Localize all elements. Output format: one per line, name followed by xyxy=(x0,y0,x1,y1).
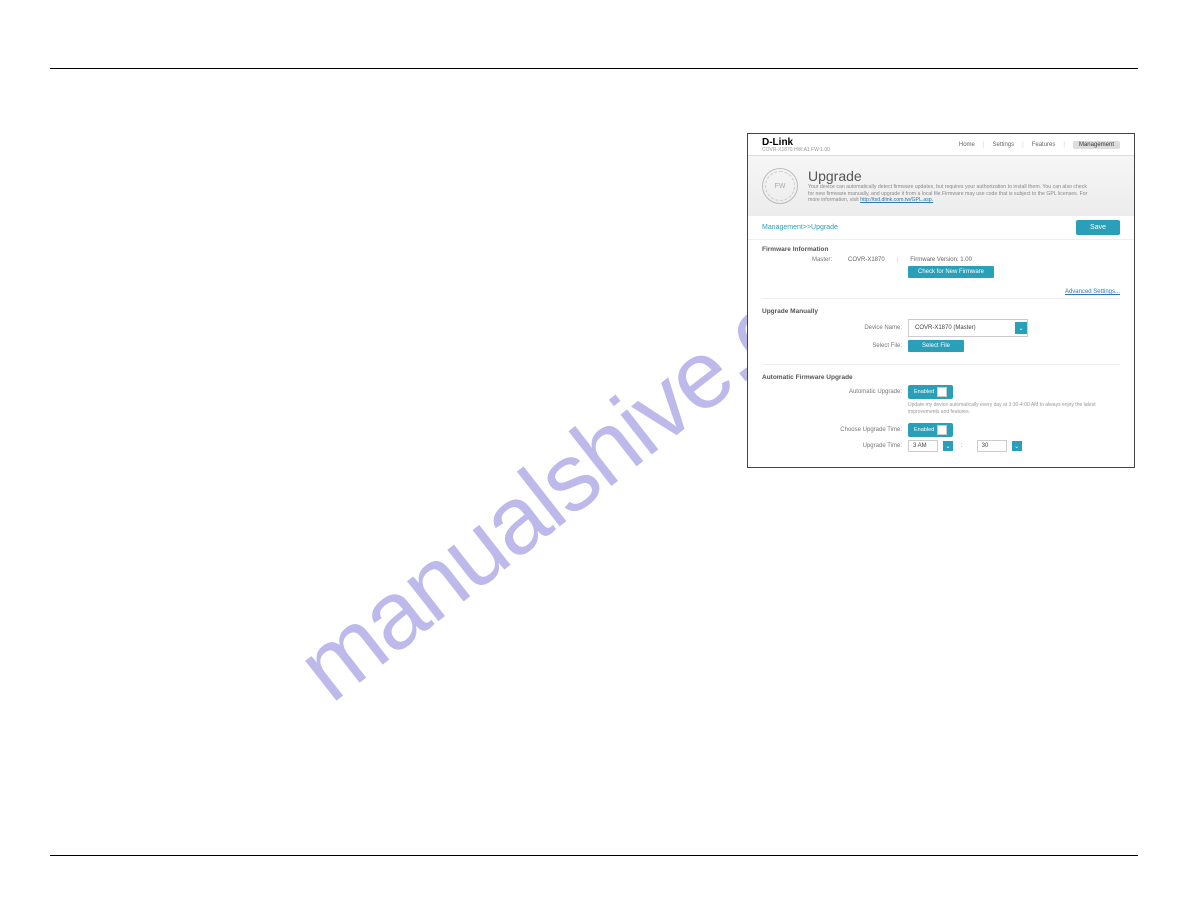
brand-subtitle: COVR-X1870 HW:A1 FW:1.00 xyxy=(762,147,830,153)
auto-title: Automatic Firmware Upgrade xyxy=(762,374,1120,381)
sep: | xyxy=(897,257,899,263)
select-file-label: Select File: xyxy=(762,343,902,349)
hero-banner: FW Upgrade Your device can automatically… xyxy=(748,156,1134,216)
gpl-link[interactable]: http://tsd.dlink.com.tw/GPL.asp. xyxy=(860,197,933,203)
fw-info-title: Firmware Information xyxy=(762,246,1120,253)
manual-title: Upgrade Manually xyxy=(762,308,1120,315)
nav-features[interactable]: Features xyxy=(1032,142,1056,148)
top-nav: Home | Settings | Features | Management xyxy=(959,141,1120,149)
auto-upgrade-label: Automatic Upgrade: xyxy=(762,389,902,395)
hero-desc-text: Your device can automatically detect fir… xyxy=(808,184,1087,204)
choose-time-toggle[interactable]: Enabled xyxy=(908,423,953,437)
fw-version: Firmware Version: 1.00 xyxy=(910,257,972,263)
upgrade-minute-select[interactable]: 30 xyxy=(977,440,1007,452)
upgrade-hour-select[interactable]: 3 AM xyxy=(908,440,938,452)
save-button[interactable]: Save xyxy=(1076,220,1120,235)
advanced-settings-link[interactable]: Advanced Settings... xyxy=(748,289,1134,295)
rule-bottom xyxy=(50,855,1138,856)
divider xyxy=(762,364,1120,365)
master-label: Master: xyxy=(792,257,832,263)
chevron-down-icon: ⌄ xyxy=(1012,441,1022,451)
nav-sep: | xyxy=(1063,142,1065,148)
device-name-label: Device Name: xyxy=(762,325,902,331)
hero-description: Your device can automatically detect fir… xyxy=(808,184,1088,204)
nav-sep: | xyxy=(983,142,985,148)
upgrade-minute-value: 30 xyxy=(982,443,989,449)
auto-upgrade-toggle[interactable]: Enabled xyxy=(908,385,953,399)
time-colon: : xyxy=(961,443,963,449)
breadcrumb-row: Management>>Upgrade Save xyxy=(748,216,1134,240)
hero-title: Upgrade xyxy=(808,168,1088,184)
check-firmware-button[interactable]: Check for New Firmware xyxy=(908,266,994,278)
breadcrumb: Management>>Upgrade xyxy=(762,224,838,231)
device-name-select[interactable]: COVR-X1870 (Master) ⌄ xyxy=(908,319,1028,337)
firmware-info-section: Firmware Information Master: COVR-X1870 … xyxy=(748,240,1134,287)
select-file-button[interactable]: Select File xyxy=(908,340,964,352)
firmware-icon: FW xyxy=(762,168,798,204)
upgrade-manually-section: Upgrade Manually Device Name: COVR-X1870… xyxy=(748,302,1134,361)
nav-settings[interactable]: Settings xyxy=(992,142,1014,148)
auto-upgrade-note: Update my device automatically every day… xyxy=(908,402,1098,415)
model-value: COVR-X1870 xyxy=(848,257,885,263)
router-ui-screenshot: D-Link COVR-X1870 HW:A1 FW:1.00 Home | S… xyxy=(747,133,1135,468)
chevron-down-icon: ⌄ xyxy=(943,441,953,451)
device-name-value: COVR-X1870 (Master) xyxy=(915,325,976,331)
chevron-down-icon: ⌄ xyxy=(1015,322,1027,334)
nav-sep: | xyxy=(1022,142,1024,148)
upgrade-hour-value: 3 AM xyxy=(913,443,927,449)
upgrade-time-label: Upgrade Time: xyxy=(762,443,902,449)
divider xyxy=(762,298,1120,299)
auto-upgrade-section: Automatic Firmware Upgrade Automatic Upg… xyxy=(748,368,1134,461)
ui-header: D-Link COVR-X1870 HW:A1 FW:1.00 Home | S… xyxy=(748,134,1134,156)
choose-time-label: Choose Upgrade Time: xyxy=(762,427,902,433)
nav-home[interactable]: Home xyxy=(959,142,975,148)
nav-management[interactable]: Management xyxy=(1073,141,1120,149)
rule-top xyxy=(50,68,1138,69)
